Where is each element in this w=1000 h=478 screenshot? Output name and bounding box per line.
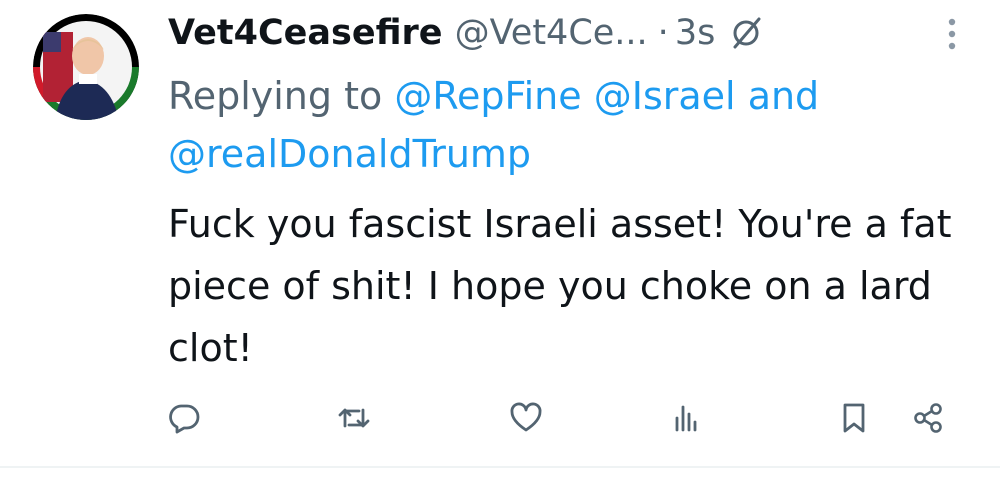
avatar-image xyxy=(33,14,139,120)
mention-realdonaldtrump[interactable]: @realDonaldTrump xyxy=(168,132,531,176)
reply-icon xyxy=(169,404,200,434)
tweet-text: Fuck you fascist Israeli asset! You're a… xyxy=(168,202,964,370)
replying-to: Replying to @RepFine @Israel and @realDo… xyxy=(168,67,928,183)
mention-israel[interactable]: @Israel xyxy=(594,74,736,118)
tweet-divider xyxy=(0,466,1000,468)
share-button[interactable] xyxy=(904,392,952,444)
display-name[interactable]: Vet4Ceasefire xyxy=(168,8,443,58)
mention-joiner[interactable]: and xyxy=(748,74,820,118)
tweet-header: Vet4Ceasefire @Vet4Ce... · 3s xyxy=(168,8,960,58)
avatar[interactable] xyxy=(33,14,139,120)
action-bar xyxy=(0,392,1000,444)
bookmark-icon xyxy=(843,403,865,433)
grok-slash-circle-icon[interactable] xyxy=(729,16,763,50)
views-button[interactable] xyxy=(662,392,710,444)
heart-icon xyxy=(510,402,542,432)
share-icon xyxy=(914,403,942,433)
reply-button[interactable] xyxy=(160,392,208,444)
retweet-icon xyxy=(338,408,370,428)
tweet[interactable]: Vet4Ceasefire @Vet4Ce... · 3s Replying t… xyxy=(0,0,1000,468)
bookmark-button[interactable] xyxy=(830,392,878,444)
timestamp[interactable]: 3s xyxy=(675,8,716,58)
separator-dot: · xyxy=(657,13,669,53)
mention-repfine[interactable]: @RepFine xyxy=(394,74,581,118)
vertical-dots-icon[interactable] xyxy=(942,16,962,52)
retweet-button[interactable] xyxy=(330,392,378,444)
user-handle[interactable]: @Vet4Ce... xyxy=(455,8,648,58)
like-button[interactable] xyxy=(502,392,550,444)
replying-to-label: Replying to xyxy=(168,74,383,118)
views-icon xyxy=(675,405,697,432)
